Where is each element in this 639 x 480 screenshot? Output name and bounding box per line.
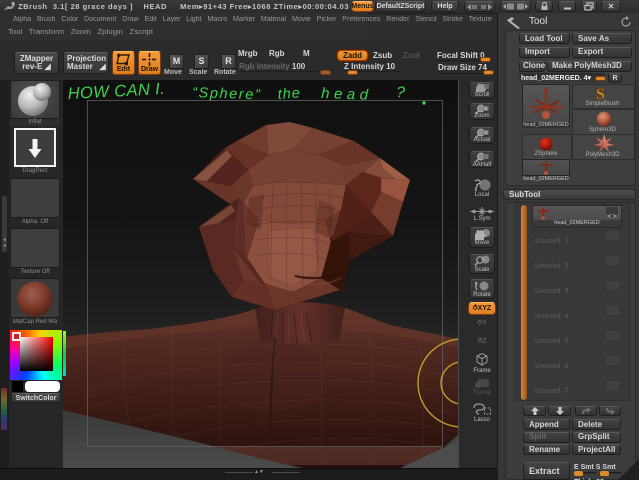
svg-text:the: the xyxy=(277,85,301,103)
svg-text:“Sphere”: “Sphere” xyxy=(192,85,262,103)
svg-text:head: head xyxy=(321,85,373,104)
svg-text:?: ? xyxy=(396,84,406,101)
svg-text:S: S xyxy=(596,86,605,101)
